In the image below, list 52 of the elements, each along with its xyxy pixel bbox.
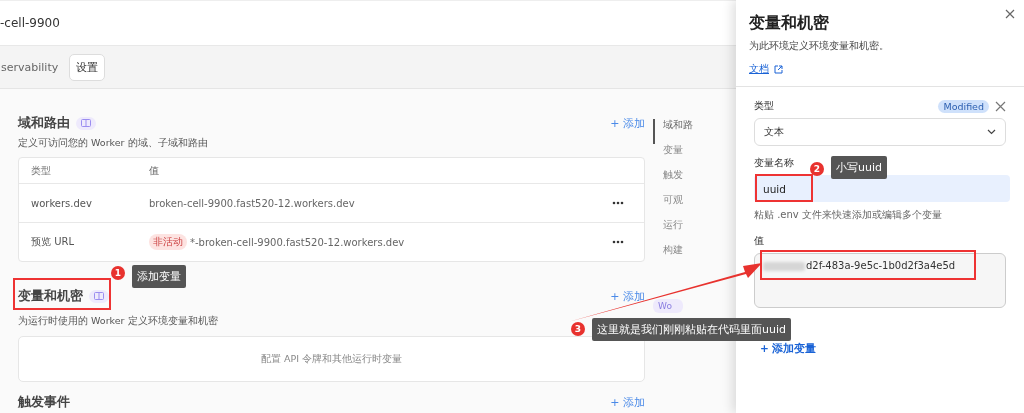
- highlight-frame: [755, 174, 813, 202]
- empty-message: 配置 API 令牌和其他运行时变量: [260, 352, 403, 366]
- worker-badge: Wo: [653, 299, 684, 313]
- book-icon: [89, 289, 109, 303]
- section-description: 定义可访问您的 Worker 的域、子域和路由: [18, 137, 209, 150]
- column-header: 类型: [31, 163, 52, 178]
- step-number: 3: [571, 322, 585, 336]
- tab[interactable]: servability: [0, 54, 66, 80]
- more-icon[interactable]: [612, 201, 625, 205]
- panel-title: 变量和机密: [749, 13, 830, 34]
- docs-link[interactable]: 文档: [749, 62, 769, 76]
- table-cell-text: 预览 URL: [31, 235, 76, 249]
- add-link[interactable]: + 添加: [610, 288, 646, 304]
- nav-item[interactable]: 运行: [653, 219, 736, 244]
- section-title: 变量和机密: [18, 287, 83, 305]
- field-label: 值: [754, 234, 764, 248]
- tab[interactable]: 设置: [69, 53, 106, 81]
- close-icon[interactable]: [1005, 9, 1015, 19]
- annotation-tooltip: 小写uuid: [831, 156, 887, 179]
- type-select[interactable]: 文本: [754, 118, 1006, 146]
- section-title: 触发事件: [18, 393, 70, 411]
- page-title: -cell-9900: [0, 16, 60, 30]
- blurred-text: [763, 262, 805, 271]
- field-label: 类型: [754, 99, 774, 113]
- nav-item[interactable]: 变量: [653, 144, 736, 169]
- step-number: 1: [111, 266, 125, 280]
- external-link-icon: [774, 64, 783, 74]
- table-cell: *-broken-cell-9900.fast520-12.workers.dev: [190, 236, 405, 248]
- value-textarea[interactable]: d2f-483a-9e5c-1b0d2f3a4e5d: [754, 253, 1006, 308]
- field-hint: 粘贴 .env 文件来快速添加或编辑多个变量: [754, 208, 943, 222]
- name-input[interactable]: uuid: [754, 175, 1010, 202]
- annotation-tooltip: 添加变量: [132, 265, 186, 288]
- section-description: 为运行时使用的 Worker 定义环境变量和机密: [18, 315, 219, 328]
- field-label: 变量名称: [754, 156, 794, 170]
- table-cell-text: workers.dev: [31, 197, 93, 209]
- book-icon: [76, 116, 96, 130]
- more-icon[interactable]: [612, 240, 625, 244]
- remove-icon[interactable]: [995, 100, 1006, 112]
- annotation-tooltip: 这里就是我们刚刚粘贴在代码里面uuid: [592, 318, 791, 341]
- chevron-down-icon: [987, 129, 996, 135]
- status-badge: 非活动: [149, 234, 187, 250]
- add-link[interactable]: + 添加: [610, 115, 646, 131]
- panel-description: 为此环境定义环境变量和机密。: [749, 40, 890, 53]
- nav-item[interactable]: 可观: [653, 194, 736, 219]
- table-cell: broken-cell-9900.fast520-12.workers.dev: [149, 197, 355, 209]
- section-title: 域和路由: [18, 114, 70, 132]
- column-header: 值: [149, 163, 160, 178]
- nav-item[interactable]: 构建: [653, 244, 736, 269]
- add-link[interactable]: + 添加: [610, 394, 646, 410]
- nav-item[interactable]: 触发: [653, 169, 736, 194]
- modified-badge: Modified: [938, 99, 989, 113]
- add-variable-link[interactable]: + 添加变量: [760, 342, 1006, 356]
